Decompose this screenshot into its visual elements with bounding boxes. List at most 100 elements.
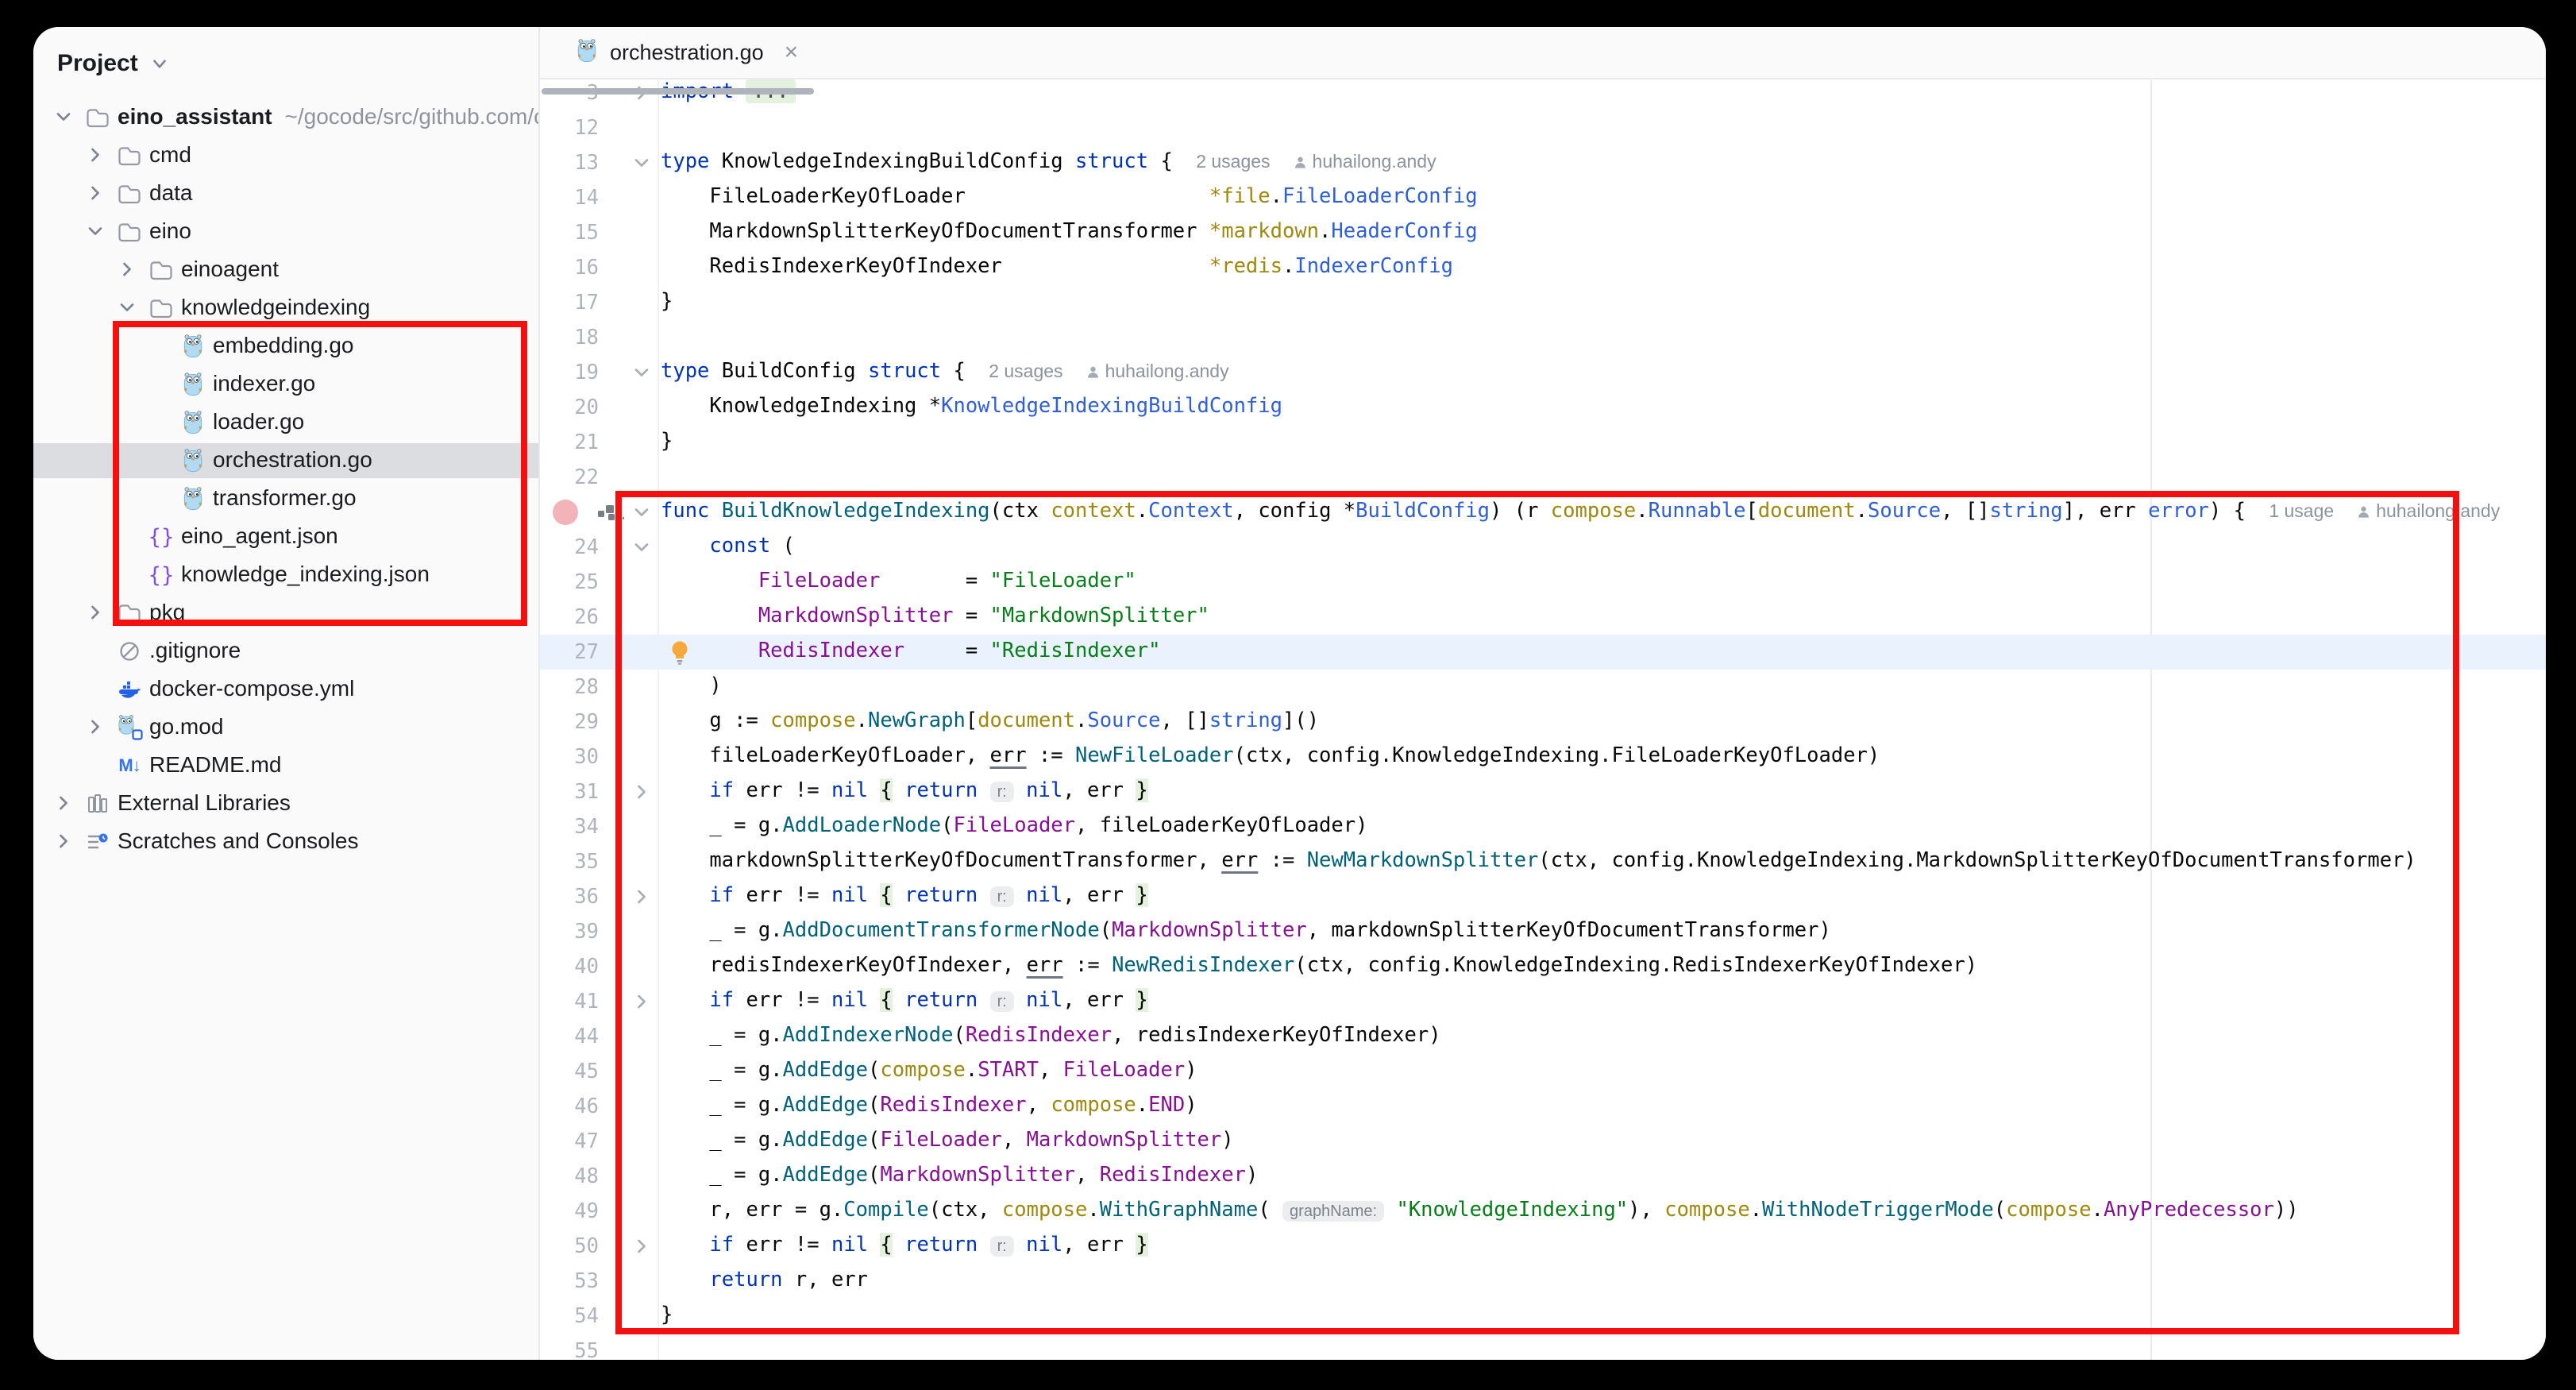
run-marks-icon[interactable] — [597, 503, 626, 523]
tree-item-embedding-go[interactable]: embedding.go — [33, 329, 538, 364]
scratches-icon — [84, 828, 111, 855]
code-line-17[interactable]: 17} — [540, 285, 2546, 320]
code-line-19[interactable]: 19type BuildConfig struct { 2 usageshuha… — [540, 355, 2546, 390]
horizontal-scrollbar-thumb[interactable] — [542, 88, 814, 95]
project-path: ~/gocode/src/github.com/cl — [285, 104, 550, 129]
code-line-23[interactable]: func BuildKnowledgeIndexing(ctx context.… — [540, 495, 2546, 530]
line-number: 34 — [540, 815, 599, 839]
code-line-39[interactable]: 39 _ = g.AddDocumentTransformerNode(Mark… — [540, 914, 2546, 949]
breakpoint-icon[interactable] — [553, 500, 578, 525]
code-line-40[interactable]: 40 redisIndexerKeyOfIndexer, err := NewR… — [540, 949, 2546, 984]
fold-collapsed-icon[interactable] — [631, 1235, 656, 1259]
tree-item-einoagent[interactable]: einoagent — [33, 253, 538, 288]
fold-expanded-icon[interactable] — [631, 361, 656, 385]
code-line-44[interactable]: 44 _ = g.AddIndexerNode(RedisIndexer, re… — [540, 1019, 2546, 1054]
chevron-right-icon[interactable] — [84, 716, 106, 738]
code-line-35[interactable]: 35 markdownSplitterKeyOfDocumentTransfor… — [540, 844, 2546, 879]
tree-item-readme-md[interactable]: M↓README.md — [33, 748, 538, 783]
code-line-54[interactable]: 54} — [540, 1299, 2546, 1334]
code-line-27[interactable]: 27 RedisIndexer = "RedisIndexer" — [540, 635, 2546, 670]
code-line-18[interactable]: 18 — [540, 320, 2546, 355]
code-line-48[interactable]: 48 _ = g.AddEdge(MarkdownSplitter, Redis… — [540, 1159, 2546, 1194]
chevron-right-icon[interactable] — [52, 830, 75, 852]
line-number: 28 — [540, 675, 599, 699]
code-line-25[interactable]: 25 FileLoader = "FileLoader" — [540, 565, 2546, 600]
code-line-34[interactable]: 34 _ = g.AddLoaderNode(FileLoader, fileL… — [540, 809, 2546, 844]
code-line-24[interactable]: 24 const ( — [540, 530, 2546, 565]
code-line-49[interactable]: 49 r, err = g.Compile(ctx, compose.WithG… — [540, 1194, 2546, 1229]
go-icon — [179, 447, 206, 474]
project-panel-header[interactable]: Project — [57, 48, 170, 79]
code-line-26[interactable]: 26 MarkdownSplitter = "MarkdownSplitter" — [540, 600, 2546, 635]
code-line-21[interactable]: 21} — [540, 425, 2546, 460]
fold-expanded-icon[interactable] — [631, 152, 656, 176]
tree-item-pkg[interactable]: pkg — [33, 596, 538, 631]
usages-hint[interactable]: 2 usages — [989, 361, 1062, 381]
line-number: 13 — [540, 151, 599, 175]
code-line-14[interactable]: 14 FileLoaderKeyOfLoader *file.FileLoade… — [540, 180, 2546, 215]
code-line-13[interactable]: 13type KnowledgeIndexingBuildConfig stru… — [540, 145, 2546, 180]
tree-item-eino-agent-json[interactable]: {}eino_agent.json — [33, 519, 538, 554]
tree-item-knowledge-indexing-json[interactable]: {}knowledge_indexing.json — [33, 558, 538, 593]
chevron-right-icon[interactable] — [116, 258, 138, 280]
code-line-55[interactable]: 55 — [540, 1334, 2546, 1360]
code-line-16[interactable]: 16 RedisIndexerKeyOfIndexer *redis.Index… — [540, 250, 2546, 285]
code-line-20[interactable]: 20 KnowledgeIndexing *KnowledgeIndexingB… — [540, 390, 2546, 425]
code-line-29[interactable]: 29 g := compose.NewGraph[document.Source… — [540, 705, 2546, 739]
code-line-3[interactable]: 3import ... — [540, 75, 2546, 110]
tree-item--gitignore[interactable]: .gitignore — [33, 634, 538, 669]
tree-item-orchestration-go[interactable]: orchestration.go — [33, 443, 538, 478]
chevron-down-icon[interactable] — [84, 220, 106, 242]
tree-item-knowledgeindexing[interactable]: knowledgeindexing — [33, 291, 538, 326]
fold-collapsed-icon[interactable] — [631, 990, 656, 1014]
line-number: 17 — [540, 291, 599, 315]
code-line-50[interactable]: 50 if err != nil { return r: nil, err } — [540, 1229, 2546, 1264]
tree-item-external-libraries[interactable]: External Libraries — [33, 786, 538, 821]
tab-label: orchestration.go — [610, 41, 764, 65]
fold-collapsed-icon[interactable] — [631, 886, 656, 909]
line-number: 12 — [540, 116, 599, 140]
chevron-down-icon[interactable] — [116, 296, 138, 319]
tree-item-scratches-and-consoles[interactable]: Scratches and Consoles — [33, 824, 538, 859]
code-line-15[interactable]: 15 MarkdownSplitterKeyOfDocumentTransfor… — [540, 215, 2546, 250]
code-text: MarkdownSplitter = "MarkdownSplitter" — [661, 604, 1209, 627]
fold-expanded-icon[interactable] — [631, 501, 656, 525]
tree-item-go-mod[interactable]: go.mod — [33, 710, 538, 745]
tree-item-data[interactable]: data — [33, 176, 538, 211]
tree-item-eino[interactable]: eino — [33, 214, 538, 249]
usages-hint[interactable]: 2 usages — [1196, 151, 1270, 172]
code-line-53[interactable]: 53 return r, err — [540, 1264, 2546, 1299]
usages-hint[interactable]: 1 usage — [2269, 500, 2334, 521]
fold-collapsed-icon[interactable] — [631, 781, 656, 805]
chevron-right-icon[interactable] — [52, 792, 75, 814]
code-line-28[interactable]: 28 ) — [540, 670, 2546, 705]
tree-item-eino-assistant[interactable]: eino_assistant~/gocode/src/github.com/cl — [33, 100, 538, 135]
tab-orchestration-go[interactable]: orchestration.go × — [562, 27, 812, 78]
editor-tab-bar: orchestration.go × — [540, 27, 2546, 79]
tree-item-cmd[interactable]: cmd — [33, 138, 538, 173]
code-text: markdownSplitterKeyOfDocumentTransformer… — [661, 848, 2416, 872]
fold-expanded-icon[interactable] — [631, 536, 656, 560]
chevron-right-icon[interactable] — [84, 601, 106, 624]
code-line-45[interactable]: 45 _ = g.AddEdge(compose.START, FileLoad… — [540, 1054, 2546, 1089]
chevron-down-icon[interactable] — [52, 106, 75, 128]
chevron-down-icon[interactable] — [149, 53, 170, 74]
tab-close-icon[interactable]: × — [785, 39, 799, 66]
tree-item-docker-compose-yml[interactable]: docker-compose.yml — [33, 672, 538, 707]
code-line-41[interactable]: 41 if err != nil { return r: nil, err } — [540, 984, 2546, 1019]
code-text: const ( — [661, 534, 795, 558]
chevron-right-icon[interactable] — [84, 144, 106, 166]
chevron-right-icon[interactable] — [84, 182, 106, 204]
code-line-47[interactable]: 47 _ = g.AddEdge(FileLoader, MarkdownSpl… — [540, 1124, 2546, 1159]
tree-item-label: data — [149, 180, 193, 206]
tree-item-transformer-go[interactable]: transformer.go — [33, 481, 538, 516]
code-line-12[interactable]: 12 — [540, 110, 2546, 145]
tree-item-indexer-go[interactable]: indexer.go — [33, 367, 538, 402]
code-line-31[interactable]: 31 if err != nil { return r: nil, err } — [540, 774, 2546, 809]
code-line-22[interactable]: 22 — [540, 460, 2546, 495]
code-line-46[interactable]: 46 _ = g.AddEdge(RedisIndexer, compose.E… — [540, 1089, 2546, 1124]
code-line-30[interactable]: 30 fileLoaderKeyOfLoader, err := NewFile… — [540, 739, 2546, 774]
code-line-36[interactable]: 36 if err != nil { return r: nil, err } — [540, 879, 2546, 914]
code-text: ) — [661, 674, 722, 697]
tree-item-loader-go[interactable]: loader.go — [33, 405, 538, 440]
